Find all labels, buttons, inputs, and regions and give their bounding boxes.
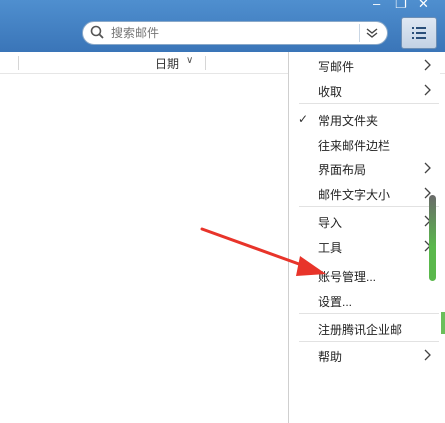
menu-item-label: 导入 bbox=[318, 216, 343, 230]
menu-item-label: 往来邮件边栏 bbox=[318, 139, 391, 153]
menu-item-layout[interactable]: 界面布局 bbox=[289, 158, 441, 178]
menu-item-common-folders[interactable]: ✓ 常用文件夹 bbox=[289, 109, 441, 129]
main-dropdown-menu: 写邮件 收取 ✓ 常用文件夹 往来邮件边栏 界面布局 邮件文字大小 导入 工具 … bbox=[288, 52, 440, 423]
menu-item-label: 常用文件夹 bbox=[318, 114, 379, 128]
menu-item-label: 邮件文字大小 bbox=[318, 188, 391, 202]
menu-item-label: 设置... bbox=[318, 295, 353, 309]
menu-item-import[interactable]: 导入 bbox=[289, 211, 441, 231]
menu-item-register-enterprise[interactable]: 注册腾讯企业邮 bbox=[289, 318, 441, 338]
list-menu-icon bbox=[412, 27, 426, 39]
menu-separator bbox=[299, 341, 439, 342]
menu-item-tools[interactable]: 工具 bbox=[289, 236, 441, 256]
restore-icon[interactable]: ❐ bbox=[395, 0, 407, 10]
search-icon bbox=[90, 25, 104, 39]
main-menu-button[interactable] bbox=[401, 17, 437, 49]
title-bar: – ❐ ✕ bbox=[0, 0, 445, 52]
menu-item-compose[interactable]: 写邮件 bbox=[289, 55, 441, 75]
chevron-right-icon bbox=[424, 59, 431, 71]
date-column-header[interactable]: 日期 bbox=[155, 55, 179, 72]
menu-item-label: 写邮件 bbox=[318, 60, 355, 74]
search-input[interactable] bbox=[111, 25, 351, 41]
minimize-icon[interactable]: – bbox=[373, 0, 380, 10]
menu-item-label: 帮助 bbox=[318, 350, 343, 364]
menu-separator bbox=[299, 206, 439, 207]
column-divider[interactable] bbox=[18, 56, 19, 70]
menu-item-label: 界面布局 bbox=[318, 163, 367, 177]
scrollbar-thumb[interactable] bbox=[429, 195, 436, 281]
menu-item-account-management[interactable]: 账号管理... bbox=[289, 265, 441, 285]
scrollbar[interactable] bbox=[429, 195, 436, 281]
menu-item-contact-sidebar[interactable]: 往来邮件边栏 bbox=[289, 134, 441, 154]
menu-item-label: 注册腾讯企业邮 bbox=[318, 323, 403, 337]
menu-item-label: 工具 bbox=[318, 241, 343, 255]
menu-item-font-size[interactable]: 邮件文字大小 bbox=[289, 183, 441, 203]
menu-item-label: 收取 bbox=[318, 85, 343, 99]
search-options-button[interactable] bbox=[359, 24, 383, 42]
menu-item-help[interactable]: 帮助 bbox=[289, 345, 441, 365]
checkmark-icon: ✓ bbox=[298, 112, 309, 126]
chevron-right-icon bbox=[424, 162, 431, 174]
double-chevron-down-icon bbox=[366, 28, 378, 38]
close-icon[interactable]: ✕ bbox=[418, 0, 429, 10]
window-edge-accent bbox=[441, 312, 445, 334]
menu-item-label: 账号管理... bbox=[318, 270, 377, 284]
menu-separator bbox=[299, 103, 439, 104]
search-box[interactable] bbox=[82, 21, 388, 45]
menu-item-settings[interactable]: 设置... bbox=[289, 290, 441, 310]
column-divider[interactable] bbox=[205, 56, 206, 70]
chevron-right-icon bbox=[424, 84, 431, 96]
chevron-right-icon bbox=[424, 349, 431, 361]
menu-separator bbox=[299, 313, 439, 314]
chevron-down-icon[interactable]: ∨ bbox=[186, 55, 193, 66]
menu-item-receive[interactable]: 收取 bbox=[289, 80, 441, 100]
